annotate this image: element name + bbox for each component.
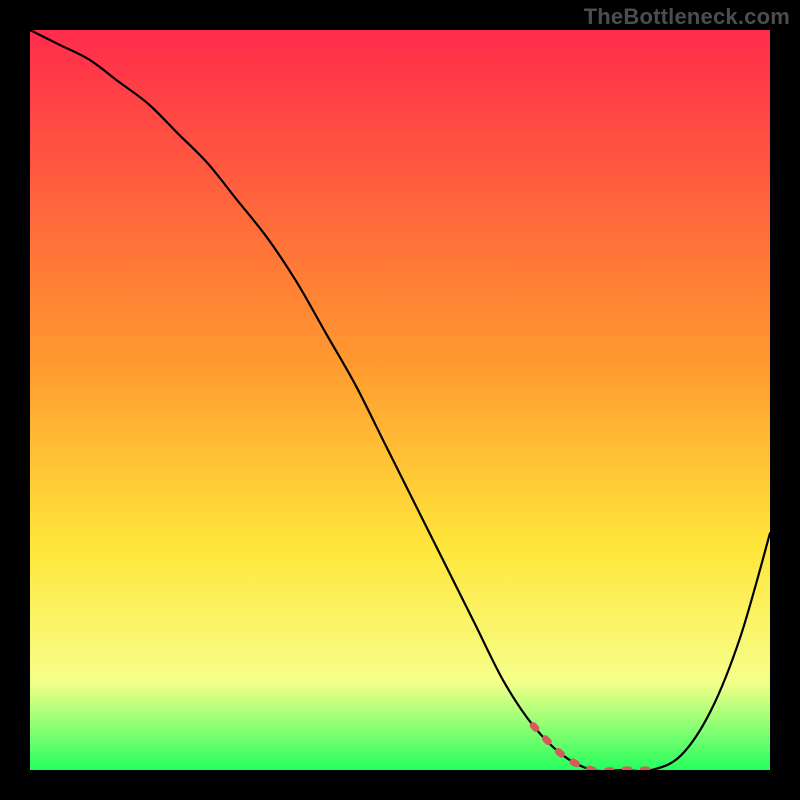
chart-svg bbox=[30, 30, 770, 770]
gradient-background bbox=[30, 30, 770, 770]
plot-area bbox=[30, 30, 770, 770]
chart-frame: TheBottleneck.com bbox=[0, 0, 800, 800]
watermark-text: TheBottleneck.com bbox=[584, 4, 790, 30]
